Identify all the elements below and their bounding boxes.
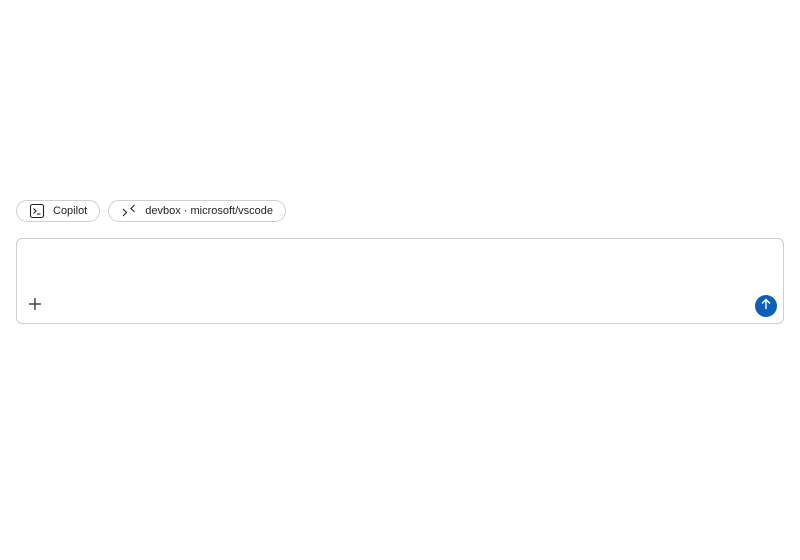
chat-input[interactable] [27,247,771,297]
remote-connection-icon [121,203,137,219]
arrow-up-icon [759,297,773,316]
workspace-chip[interactable]: devbox · microsoft/vscode [108,200,287,222]
chat-composer [16,238,784,324]
send-button[interactable] [755,295,777,317]
add-context-button[interactable] [25,296,45,316]
agent-chip-label: Copilot [53,205,88,217]
plus-icon [28,297,42,316]
chat-page: Copilot devbox · microsoft/vscode [0,0,800,560]
terminal-icon [29,203,45,219]
context-chips: Copilot devbox · microsoft/vscode [16,200,287,222]
workspace-chip-label: devbox · microsoft/vscode [145,205,274,217]
agent-chip[interactable]: Copilot [16,200,101,222]
